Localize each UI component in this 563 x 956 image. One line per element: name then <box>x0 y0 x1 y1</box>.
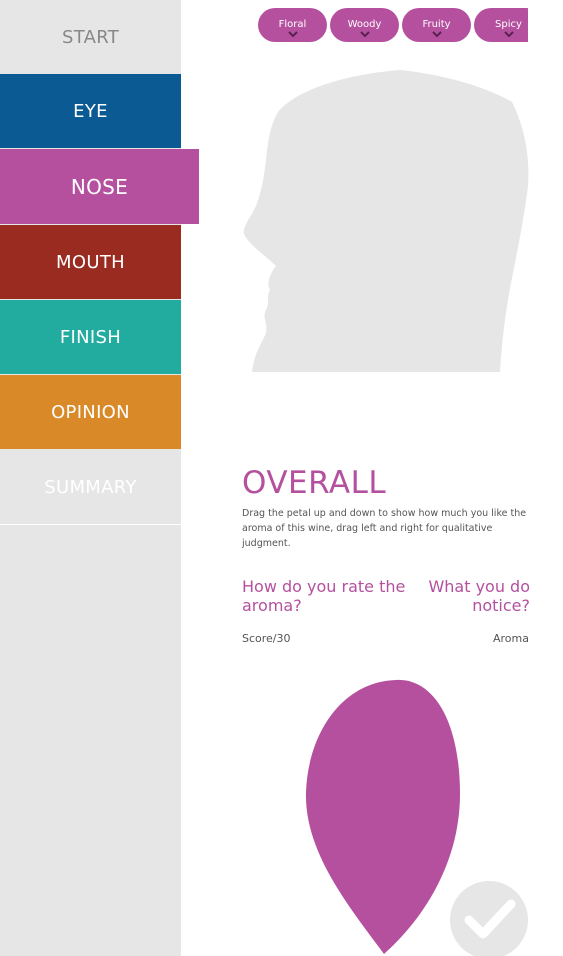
nav-nose-active[interactable]: NOSE <box>0 149 199 224</box>
nav-start[interactable]: START <box>0 0 181 74</box>
section-title: OVERALL <box>242 465 387 501</box>
petal-icon[interactable] <box>300 676 465 956</box>
nav-opinion[interactable]: OPINION <box>0 375 181 449</box>
chevron-down-icon <box>359 31 370 38</box>
chevron-down-icon <box>287 31 298 38</box>
nav-summary[interactable]: SUMMARY <box>0 450 181 525</box>
pill-spicy[interactable]: Spicy <box>474 8 528 42</box>
chevron-down-icon <box>503 31 514 38</box>
pill-floral[interactable]: Floral <box>258 8 327 42</box>
score-label: Score/30 <box>242 632 291 645</box>
pill-label: Woody <box>347 19 382 30</box>
chevron-down-icon <box>431 31 442 38</box>
pill-woody[interactable]: Woody <box>330 8 399 42</box>
pill-label: Floral <box>278 19 307 30</box>
nav-finish[interactable]: FINISH <box>0 300 181 374</box>
aroma-pill-bar: Floral Woody Fruity Spicy <box>258 8 528 44</box>
nav-mouth[interactable]: MOUTH <box>0 225 181 299</box>
section-description: Drag the petal up and down to show how m… <box>242 508 527 549</box>
sidebar-nav: START EYE MOUTH FINISH OPINION SUMMARY <box>0 0 181 956</box>
nav-eye[interactable]: EYE <box>0 74 181 148</box>
checkmark-icon[interactable] <box>449 880 529 956</box>
question-rate-aroma: How do you rate the aroma? <box>242 577 406 615</box>
question-notice: What you do notice? <box>428 577 530 615</box>
aroma-label: Aroma <box>493 632 529 645</box>
head-silhouette-icon <box>243 70 529 372</box>
pill-fruity[interactable]: Fruity <box>402 8 471 42</box>
pill-label: Spicy <box>495 19 522 30</box>
pill-label: Fruity <box>422 19 451 30</box>
